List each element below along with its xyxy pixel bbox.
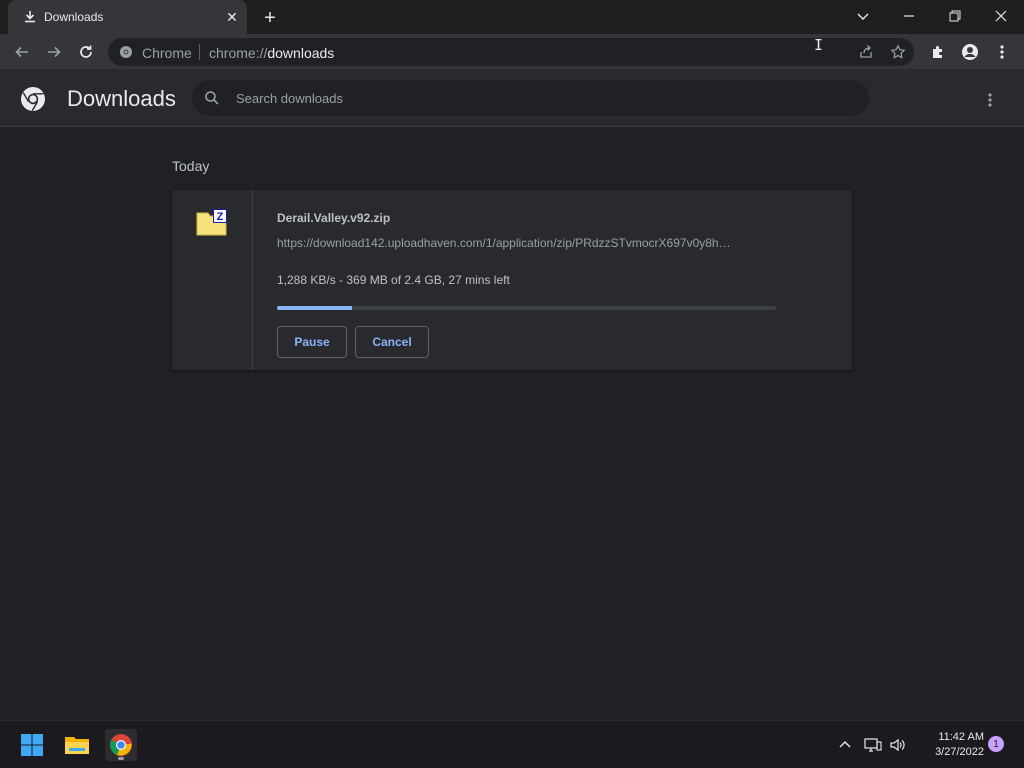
- chevron-up-icon[interactable]: [835, 735, 855, 755]
- network-icon[interactable]: [863, 735, 883, 755]
- new-tab-button[interactable]: +: [259, 7, 281, 29]
- card-divider: [252, 190, 253, 370]
- download-item-card: Z Derail.Valley.v92.zip https://download…: [172, 190, 852, 370]
- active-app-indicator: [118, 757, 124, 760]
- extensions-icon[interactable]: [926, 40, 950, 64]
- svg-text:Z: Z: [217, 211, 224, 223]
- date-section-label: Today: [172, 158, 210, 174]
- url-separator: [199, 44, 200, 60]
- tab-search-chevron-down-icon[interactable]: [850, 4, 876, 28]
- minimize-button[interactable]: [896, 4, 922, 28]
- tab-strip: Downloads ✕ +: [0, 0, 1024, 34]
- pause-button[interactable]: Pause: [277, 326, 347, 358]
- zip-archive-icon: Z: [196, 209, 227, 236]
- downloads-header: Downloads: [0, 70, 1024, 127]
- system-clock[interactable]: 11:42 AM 3/27/2022: [912, 730, 984, 760]
- reload-button[interactable]: [74, 40, 98, 64]
- file-explorer-icon[interactable]: [61, 729, 93, 761]
- cancel-button[interactable]: Cancel: [355, 326, 429, 358]
- chrome-logo-icon: [21, 87, 45, 111]
- search-icon: [205, 91, 219, 105]
- tab-title: Downloads: [44, 10, 104, 24]
- tab-close-icon[interactable]: ✕: [223, 8, 241, 26]
- tab-downloads[interactable]: Downloads ✕: [8, 0, 247, 34]
- windows-taskbar: 11:42 AM 3/27/2022 1: [0, 720, 1024, 768]
- clock-time: 11:42 AM: [938, 731, 984, 743]
- search-downloads-box[interactable]: [192, 80, 869, 116]
- chrome-site-icon[interactable]: [119, 45, 133, 59]
- download-status-text: 1,288 KB/s - 369 MB of 2.4 GB, 27 mins l…: [277, 273, 510, 287]
- volume-icon[interactable]: [888, 735, 908, 755]
- browser-toolbar: Chrome chrome://downloads: [0, 34, 1024, 70]
- back-button[interactable]: [10, 40, 34, 64]
- file-source-url[interactable]: https://download142.uploadhaven.com/1/ap…: [277, 236, 777, 250]
- download-progress-fill: [277, 306, 352, 310]
- clock-date: 3/27/2022: [935, 746, 984, 758]
- file-name-link[interactable]: Derail.Valley.v92.zip: [277, 211, 390, 225]
- chrome-taskbar-icon[interactable]: [105, 729, 137, 761]
- close-window-button[interactable]: [988, 4, 1014, 28]
- windows-start-icon[interactable]: [16, 729, 48, 761]
- restore-button[interactable]: [942, 4, 968, 28]
- address-bar[interactable]: Chrome chrome://downloads: [108, 38, 914, 66]
- download-icon: [25, 11, 35, 23]
- download-progress-bar: [277, 306, 776, 310]
- more-vert-icon[interactable]: [978, 88, 1002, 112]
- notification-badge[interactable]: 1: [988, 736, 1004, 752]
- share-icon[interactable]: [856, 42, 876, 62]
- search-input[interactable]: [236, 88, 836, 108]
- text-cursor-icon: I: [814, 36, 824, 54]
- star-icon[interactable]: [888, 42, 908, 62]
- page-title: Downloads: [67, 86, 176, 111]
- chrome-menu-icon[interactable]: [990, 40, 1014, 64]
- profile-icon[interactable]: [958, 40, 982, 64]
- url-text[interactable]: chrome://downloads: [209, 45, 334, 61]
- site-label: Chrome: [142, 45, 192, 61]
- forward-button[interactable]: [42, 40, 66, 64]
